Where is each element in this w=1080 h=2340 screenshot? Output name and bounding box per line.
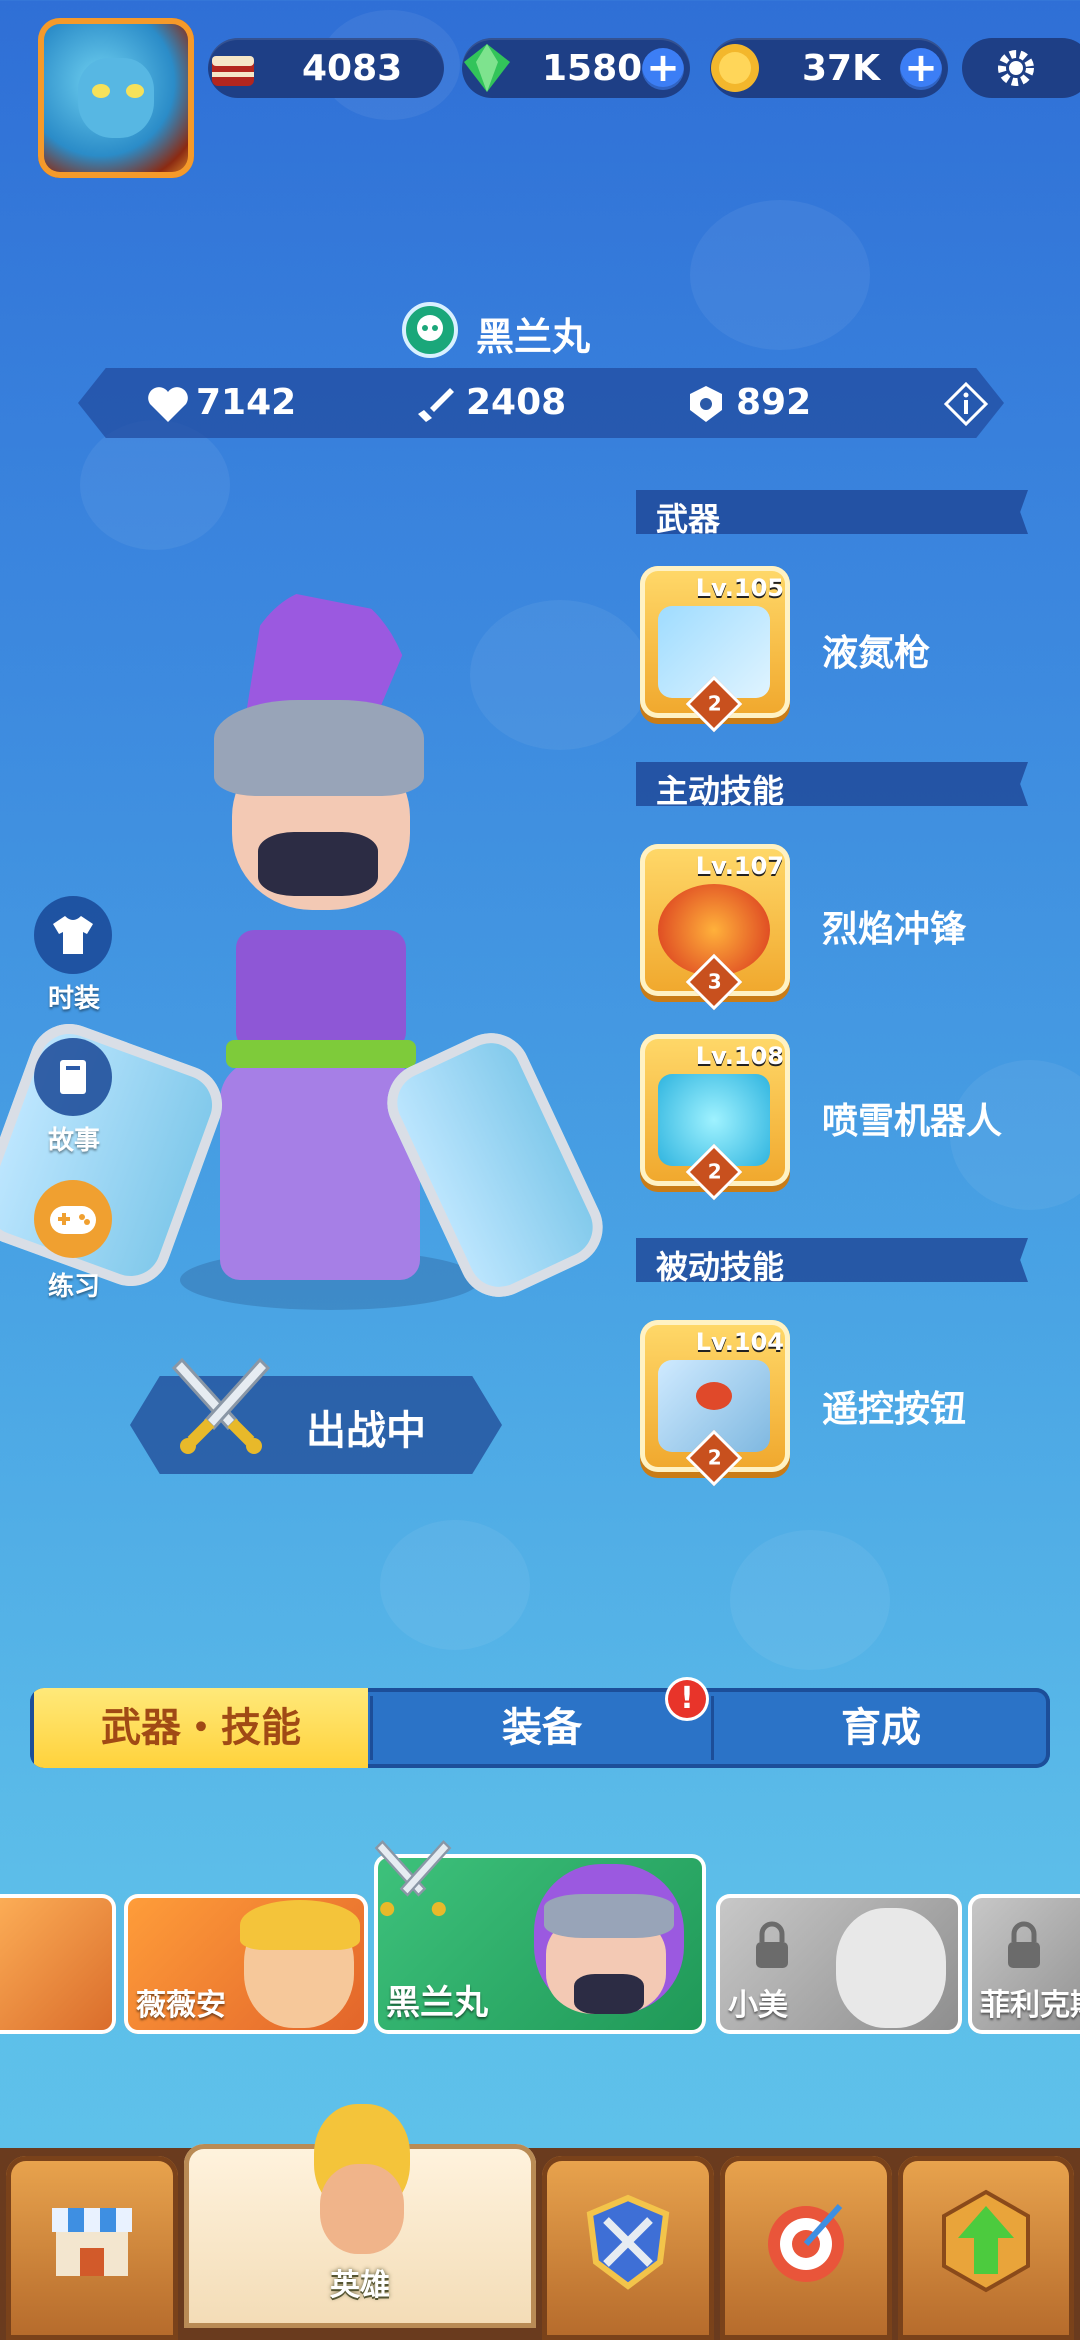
passive-skill-section-header: 被动技能: [636, 1238, 1028, 1282]
hero-card-vivian[interactable]: 薇薇安: [124, 1894, 368, 2034]
settings-button[interactable]: [962, 38, 1080, 98]
equipment-alert-badge: !: [668, 1680, 706, 1718]
active-skill-1-card[interactable]: Lv.107 3: [640, 844, 790, 1011]
passive-name: 遥控按钮: [822, 1389, 967, 1430]
costume-button[interactable]: [34, 896, 112, 974]
weapon-card[interactable]: Lv.105 2: [640, 566, 790, 733]
defense-value: 892: [736, 382, 812, 423]
skill-2-name: 喷雪机器人: [822, 1101, 1003, 1142]
skull-icon: [402, 302, 458, 358]
add-coins-button[interactable]: +: [900, 48, 942, 90]
shop-icon: [52, 2208, 132, 2276]
hero-card-partial[interactable]: [0, 1894, 116, 2034]
nav-heroes-label: 英雄: [330, 2268, 390, 2303]
passive-skill-card[interactable]: Lv.104 2: [640, 1320, 790, 1487]
shield-icon: [690, 386, 722, 422]
weapon-section-header: 武器: [636, 490, 1028, 534]
deployed-swords-icon: [374, 1840, 452, 1917]
crossed-swords-icon: [171, 1357, 271, 1454]
gem-count: 1580: [542, 48, 643, 89]
skill-1-level: Lv.107: [695, 852, 784, 880]
tab-weapon-skill[interactable]: 武器・技能: [34, 1688, 368, 1768]
character-belt: [226, 1040, 416, 1068]
nav-battle[interactable]: [542, 2156, 714, 2340]
player-avatar[interactable]: [38, 18, 194, 178]
practice-label: 练习: [48, 1272, 101, 1302]
character-body: [236, 930, 406, 1050]
deployed-label: 出战中: [306, 1408, 426, 1454]
hero-tabs: 武器・技能 装备 育成: [30, 1688, 1050, 1768]
cake-icon: [212, 56, 254, 86]
target-icon: [768, 2203, 844, 2282]
tab-upgrade[interactable]: 育成: [714, 1688, 1048, 1768]
character-left-cannon: [0, 1012, 234, 1298]
cake-count: 4083: [302, 48, 403, 89]
sword-icon: [418, 388, 454, 422]
hero-name-heilanwan: 黑兰丸: [386, 1983, 488, 2023]
story-label: 故事: [48, 1126, 101, 1156]
coin-resource: 37K +: [710, 38, 948, 98]
hp-value: 7142: [196, 382, 297, 423]
upgrade-arrow-icon: [942, 2189, 1030, 2293]
lock-icon: [756, 1921, 788, 1968]
passive-skill-section-label: 被动技能: [656, 1248, 785, 1286]
active-skill-section-header: 主动技能: [636, 762, 1028, 806]
gamepad-icon: [50, 1206, 96, 1234]
battle-shield-icon: [586, 2194, 670, 2290]
costume-label: 时装: [48, 984, 101, 1014]
coin-icon: [711, 44, 759, 92]
character-mask: [258, 832, 378, 896]
story-button[interactable]: [34, 1038, 112, 1116]
active-skill-2-card[interactable]: Lv.108 2: [640, 1034, 790, 1201]
passive-level: Lv.104: [695, 1328, 784, 1356]
coin-count: 37K: [802, 48, 880, 89]
info-icon[interactable]: [944, 382, 988, 426]
gem-resource: 1580 +: [462, 38, 690, 98]
skill-1-name: 烈焰冲锋: [822, 909, 967, 950]
gem-icon: [464, 44, 510, 92]
character-helmet: [214, 700, 424, 796]
add-gems-button[interactable]: +: [642, 48, 684, 90]
practice-button[interactable]: [34, 1180, 112, 1258]
nav-target[interactable]: [720, 2156, 892, 2340]
tab-equipment[interactable]: 装备: [374, 1688, 710, 1768]
shirt-icon: [53, 916, 93, 954]
nav-upgrade[interactable]: [898, 2156, 1074, 2340]
nav-shop[interactable]: [6, 2156, 178, 2340]
hero-name-vivian: 薇薇安: [136, 1988, 226, 2023]
hero-card-felix[interactable]: 菲利克斯: [968, 1894, 1080, 2034]
hero-card-xiaomei[interactable]: 小美: [716, 1894, 962, 2034]
heart-icon: [148, 387, 188, 422]
hero-name-felix: 菲利克斯: [980, 1988, 1080, 2023]
hero-name: 黑兰丸: [476, 315, 591, 359]
cake-resource: 4083: [208, 38, 444, 98]
weapon-level: Lv.105: [695, 574, 784, 602]
weapon-name: 液氮枪: [822, 633, 931, 674]
gear-icon: [998, 50, 1034, 86]
skill-2-level: Lv.108: [695, 1042, 784, 1070]
lock-icon: [1008, 1921, 1040, 1968]
book-icon: [60, 1060, 86, 1094]
active-skill-section-label: 主动技能: [656, 772, 785, 810]
attack-value: 2408: [466, 382, 567, 423]
weapon-section-label: 武器: [656, 500, 721, 538]
hero-name-xiaomei: 小美: [728, 1988, 788, 2023]
